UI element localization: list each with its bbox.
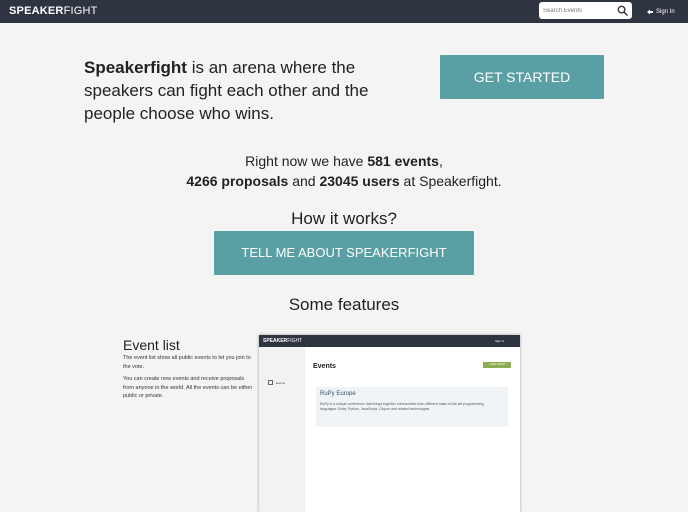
feature-title: Event list bbox=[123, 337, 180, 353]
site-stats: Right now we have 581 events, 4266 propo… bbox=[150, 151, 538, 191]
stats-suffix: at Speakerfight. bbox=[399, 173, 502, 189]
speakerfight-logo[interactable]: SPEAKERFIGHT bbox=[9, 5, 98, 18]
stats-comma: , bbox=[438, 153, 443, 169]
mini-signin: Sign In bbox=[495, 339, 505, 343]
feature-desc-2: You can create new events and receive pr… bbox=[123, 376, 253, 399]
hero-tagline: Speakerfight is an arena where the speak… bbox=[84, 56, 424, 125]
tell-me-button[interactable]: TELL ME ABOUT SPEAKERFIGHT bbox=[214, 231, 474, 275]
hero-brand: Speakerfight bbox=[84, 58, 187, 77]
mini-add-event-button: + ADD EVENT bbox=[483, 362, 511, 368]
feature-description: The event list show all public events to… bbox=[123, 354, 253, 405]
mini-event-description: RuPy is a unique conference that brings … bbox=[320, 402, 484, 411]
sign-in-label: Sign In bbox=[656, 9, 675, 15]
get-started-button[interactable]: GET STARTED bbox=[440, 55, 604, 99]
mini-logo-bold: SPEAKER bbox=[263, 338, 288, 344]
calendar-icon bbox=[268, 380, 273, 385]
search-icon[interactable] bbox=[617, 5, 628, 16]
features-heading: Some features bbox=[288, 295, 400, 314]
mini-logo: SPEAKERFIGHT bbox=[263, 338, 302, 344]
sign-in-link[interactable]: Sign In bbox=[646, 6, 675, 18]
top-navbar: SPEAKERFIGHT Sign In bbox=[0, 0, 688, 23]
logo-bold: SPEAKER bbox=[9, 5, 64, 17]
mini-sidebar: Events bbox=[259, 347, 305, 512]
stats-prefix: Right now we have bbox=[245, 153, 368, 169]
stats-and: and bbox=[288, 173, 320, 189]
signin-icon bbox=[647, 9, 653, 15]
mini-event-card: RuPy Europe RuPy is a unique conference … bbox=[316, 387, 508, 427]
proposals-count: 4266 proposals bbox=[186, 173, 289, 189]
mini-page-title: Events bbox=[313, 363, 336, 370]
mini-sidebar-label: Events bbox=[276, 380, 286, 385]
mini-sidebar-item-events: Events bbox=[268, 380, 285, 385]
mini-logo-rest: FIGHT bbox=[287, 338, 303, 344]
search-box bbox=[539, 2, 632, 19]
how-it-works-heading: How it works? bbox=[291, 209, 397, 228]
logo-rest: FIGHT bbox=[63, 5, 98, 17]
search-input[interactable] bbox=[543, 4, 613, 17]
mini-event-title: RuPy Europe bbox=[320, 391, 356, 397]
mini-navbar: SPEAKERFIGHT Sign In bbox=[259, 335, 520, 347]
users-count: 23045 users bbox=[319, 173, 400, 189]
events-count: 581 events bbox=[367, 153, 439, 169]
feature-desc-1: The event list show all public events to… bbox=[123, 355, 251, 370]
feature-screenshot: SPEAKERFIGHT Sign In Events Events + ADD… bbox=[259, 335, 520, 512]
